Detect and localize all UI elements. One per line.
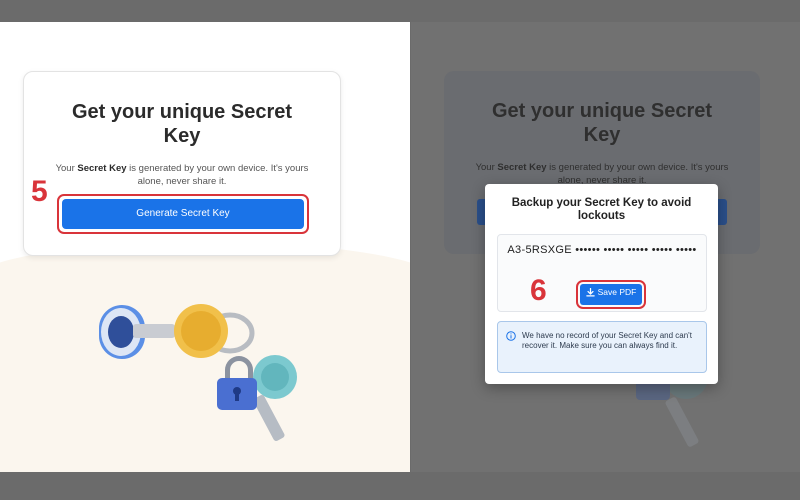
info-icon [506,331,516,341]
save-pdf-label: Save PDF [597,287,637,297]
left-panel: Get your unique Secret Key Your Secret K… [0,22,410,472]
generate-button-highlight: Generate Secret Key [57,194,309,234]
step-number-6: 6 [530,274,547,307]
keys-illustration [99,304,297,441]
dialog-title: Backup your Secret Key to avoid lockouts [511,197,692,222]
info-notice-text: We have no record of your Secret Key and… [522,331,692,350]
info-notice: We have no record of your Secret Key and… [497,321,707,373]
card-description: Your Secret Key is generated by your own… [55,163,309,187]
secret-key-box: A3-5RSXGE •••••• ••••• ••••• ••••• •••••… [497,234,707,312]
dimmed-card-title: Get your unique Secret Key [491,100,713,146]
step-number-5: 5 [31,175,48,208]
secret-key-value: A3-5RSXGE •••••• ••••• ••••• ••••• ••••• [507,244,697,256]
save-pdf-highlight: Save PDF [576,280,646,309]
save-pdf-button[interactable]: Save PDF [580,284,642,305]
download-icon [585,287,595,297]
backup-secret-key-dialog: Backup your Secret Key to avoid lockouts… [485,184,718,384]
secret-key-card: Get your unique Secret Key Your Secret K… [23,71,341,256]
generate-secret-key-button[interactable]: Generate Secret Key [62,199,304,229]
card-title: Get your unique Secret Key [71,101,293,147]
